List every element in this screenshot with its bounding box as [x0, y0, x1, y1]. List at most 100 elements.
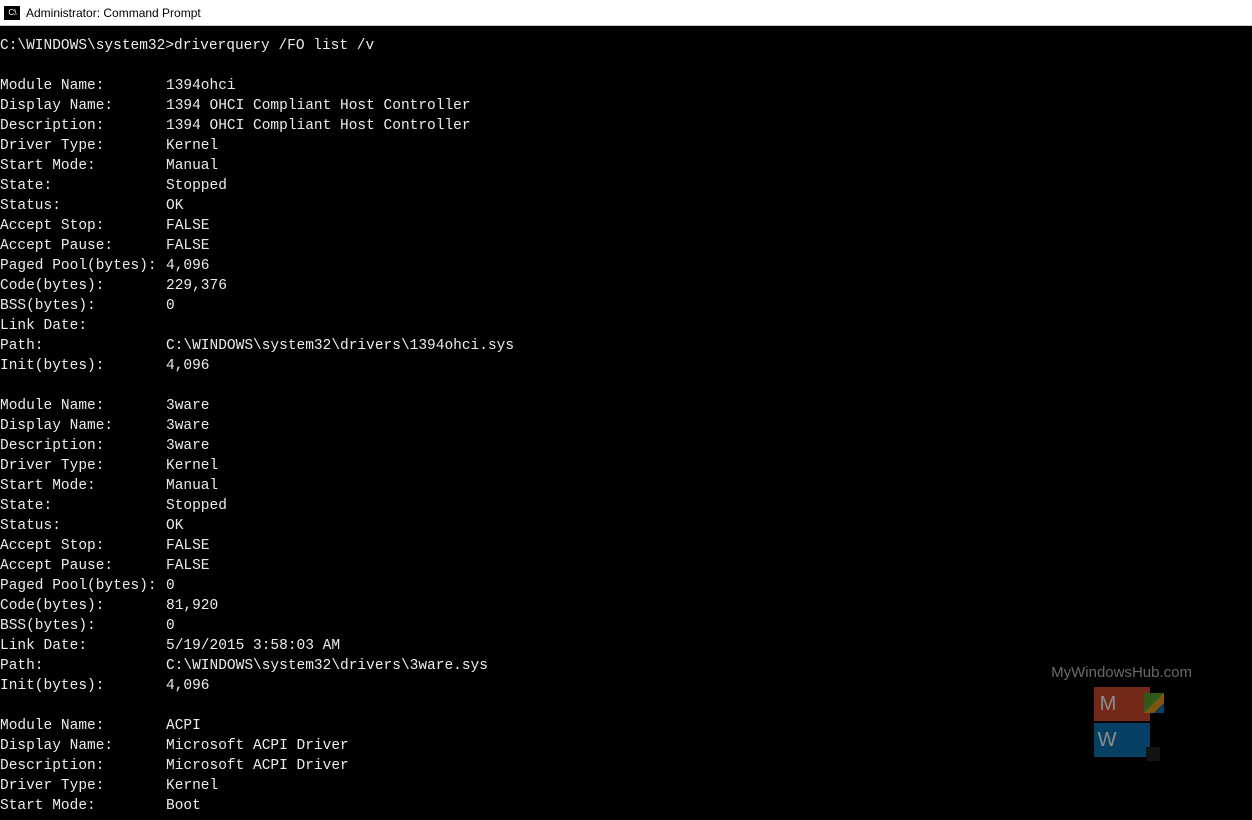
field-row-driver-type: Driver Type:Kernel [0, 136, 1252, 156]
field-value: ACPI [166, 718, 201, 734]
field-value: Kernel [166, 778, 218, 794]
field-label: Paged Pool(bytes): [0, 576, 166, 596]
field-value: 4,096 [166, 358, 210, 374]
field-row-module-name: Module Name:1394ohci [0, 76, 1252, 96]
field-label: Description: [0, 436, 166, 456]
field-row-path: Path:C:\WINDOWS\system32\drivers\1394ohc… [0, 336, 1252, 356]
field-value: 0 [166, 298, 175, 314]
field-label: BSS(bytes): [0, 296, 166, 316]
field-label: Accept Pause: [0, 236, 166, 256]
field-row-display-name: Display Name:3ware [0, 416, 1252, 436]
command-line: C:\WINDOWS\system32>driverquery /FO list… [0, 36, 1252, 56]
field-row-path: Path:C:\WINDOWS\system32\drivers\3ware.s… [0, 656, 1252, 676]
field-value: 3ware [166, 398, 210, 414]
window-titlebar[interactable]: C:\ Administrator: Command Prompt [0, 0, 1252, 26]
field-label: Link Date: [0, 316, 166, 336]
field-label: Module Name: [0, 716, 166, 736]
field-row-init: Init(bytes):4,096 [0, 676, 1252, 696]
field-label: Start Mode: [0, 796, 166, 816]
field-label: Module Name: [0, 76, 166, 96]
field-label: Path: [0, 336, 166, 356]
field-row-status: Status:OK [0, 196, 1252, 216]
field-label: Code(bytes): [0, 276, 166, 296]
field-row-description: Description:1394 OHCI Compliant Host Con… [0, 116, 1252, 136]
field-value: Microsoft ACPI Driver [166, 758, 349, 774]
field-row-description: Description:Microsoft ACPI Driver [0, 756, 1252, 776]
field-value: OK [166, 518, 183, 534]
field-value: 0 [166, 578, 175, 594]
cmd-icon: C:\ [4, 6, 20, 20]
field-label: Description: [0, 116, 166, 136]
field-value: Stopped [166, 178, 227, 194]
field-label: Status: [0, 196, 166, 216]
field-value: 5/19/2015 3:58:03 AM [166, 638, 340, 654]
field-row-display-name: Display Name:Microsoft ACPI Driver [0, 736, 1252, 756]
field-label: BSS(bytes): [0, 616, 166, 636]
field-value: 4,096 [166, 678, 210, 694]
field-row-state: State:Stopped [0, 176, 1252, 196]
driver-record: Module Name:ACPIDisplay Name:Microsoft A… [0, 716, 1252, 816]
field-value: FALSE [166, 238, 210, 254]
field-row-driver-type: Driver Type:Kernel [0, 776, 1252, 796]
terminal-output[interactable]: C:\WINDOWS\system32>driverquery /FO list… [0, 26, 1252, 820]
field-row-code: Code(bytes):229,376 [0, 276, 1252, 296]
field-value: FALSE [166, 538, 210, 554]
field-row-start-mode: Start Mode:Boot [0, 796, 1252, 816]
field-row-description: Description:3ware [0, 436, 1252, 456]
field-value: 3ware [166, 418, 210, 434]
field-row-module-name: Module Name:ACPI [0, 716, 1252, 736]
field-value: FALSE [166, 218, 210, 234]
field-value: C:\WINDOWS\system32\drivers\1394ohci.sys [166, 338, 514, 354]
driver-record: Module Name:1394ohciDisplay Name:1394 OH… [0, 76, 1252, 376]
field-value: Manual [166, 158, 218, 174]
field-row-link-date: Link Date:5/19/2015 3:58:03 AM [0, 636, 1252, 656]
field-label: Module Name: [0, 396, 166, 416]
field-label: Link Date: [0, 636, 166, 656]
field-row-paged-pool: Paged Pool(bytes):0 [0, 576, 1252, 596]
field-row-display-name: Display Name:1394 OHCI Compliant Host Co… [0, 96, 1252, 116]
field-row-start-mode: Start Mode:Manual [0, 156, 1252, 176]
field-row-accept-stop: Accept Stop:FALSE [0, 536, 1252, 556]
field-label: Display Name: [0, 736, 166, 756]
field-label: Driver Type: [0, 456, 166, 476]
field-row-accept-pause: Accept Pause:FALSE [0, 236, 1252, 256]
field-value: Boot [166, 798, 201, 814]
field-value: Microsoft ACPI Driver [166, 738, 349, 754]
field-label: Display Name: [0, 96, 166, 116]
field-label: Display Name: [0, 416, 166, 436]
field-label: Driver Type: [0, 776, 166, 796]
field-row-state: State:Stopped [0, 496, 1252, 516]
field-label: Accept Pause: [0, 556, 166, 576]
field-label: State: [0, 176, 166, 196]
field-value: OK [166, 198, 183, 214]
field-value: Kernel [166, 138, 218, 154]
window-title: Administrator: Command Prompt [26, 6, 201, 20]
field-value: 4,096 [166, 258, 210, 274]
field-label: Accept Stop: [0, 536, 166, 556]
driver-record: Module Name:3wareDisplay Name:3wareDescr… [0, 396, 1252, 696]
field-label: Path: [0, 656, 166, 676]
field-value: 1394 OHCI Compliant Host Controller [166, 98, 471, 114]
field-row-paged-pool: Paged Pool(bytes):4,096 [0, 256, 1252, 276]
field-value: 1394 OHCI Compliant Host Controller [166, 118, 471, 134]
field-label: Init(bytes): [0, 676, 166, 696]
field-row-code: Code(bytes):81,920 [0, 596, 1252, 616]
field-value: 229,376 [166, 278, 227, 294]
field-label: Start Mode: [0, 156, 166, 176]
field-row-module-name: Module Name:3ware [0, 396, 1252, 416]
field-value: FALSE [166, 558, 210, 574]
field-row-link-date: Link Date: [0, 316, 1252, 336]
field-row-accept-stop: Accept Stop:FALSE [0, 216, 1252, 236]
field-value: 3ware [166, 438, 210, 454]
field-value: 1394ohci [166, 78, 236, 94]
field-value: C:\WINDOWS\system32\drivers\3ware.sys [166, 658, 488, 674]
field-row-bss: BSS(bytes):0 [0, 616, 1252, 636]
field-row-status: Status:OK [0, 516, 1252, 536]
field-label: Description: [0, 756, 166, 776]
field-label: Init(bytes): [0, 356, 166, 376]
field-label: State: [0, 496, 166, 516]
field-label: Start Mode: [0, 476, 166, 496]
field-row-init: Init(bytes):4,096 [0, 356, 1252, 376]
field-value: 0 [166, 618, 175, 634]
field-label: Paged Pool(bytes): [0, 256, 166, 276]
